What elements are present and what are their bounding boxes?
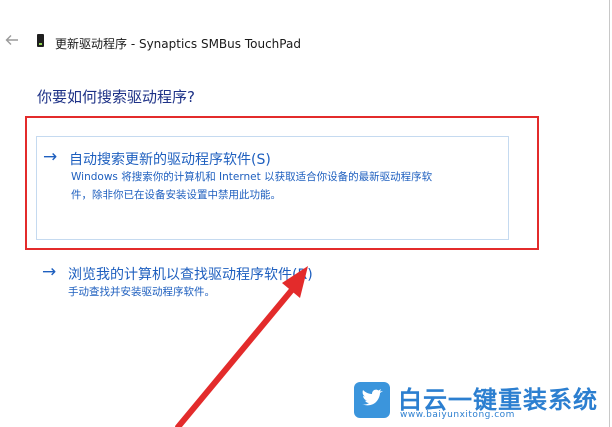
twitter-bird-logo-icon — [354, 382, 390, 418]
watermark-logo: 白云一键重装系统 www.baiyunxitong.com — [354, 380, 610, 420]
annotation-arrow — [175, 266, 308, 427]
watermark-url: www.baiyunxitong.com — [400, 410, 515, 420]
